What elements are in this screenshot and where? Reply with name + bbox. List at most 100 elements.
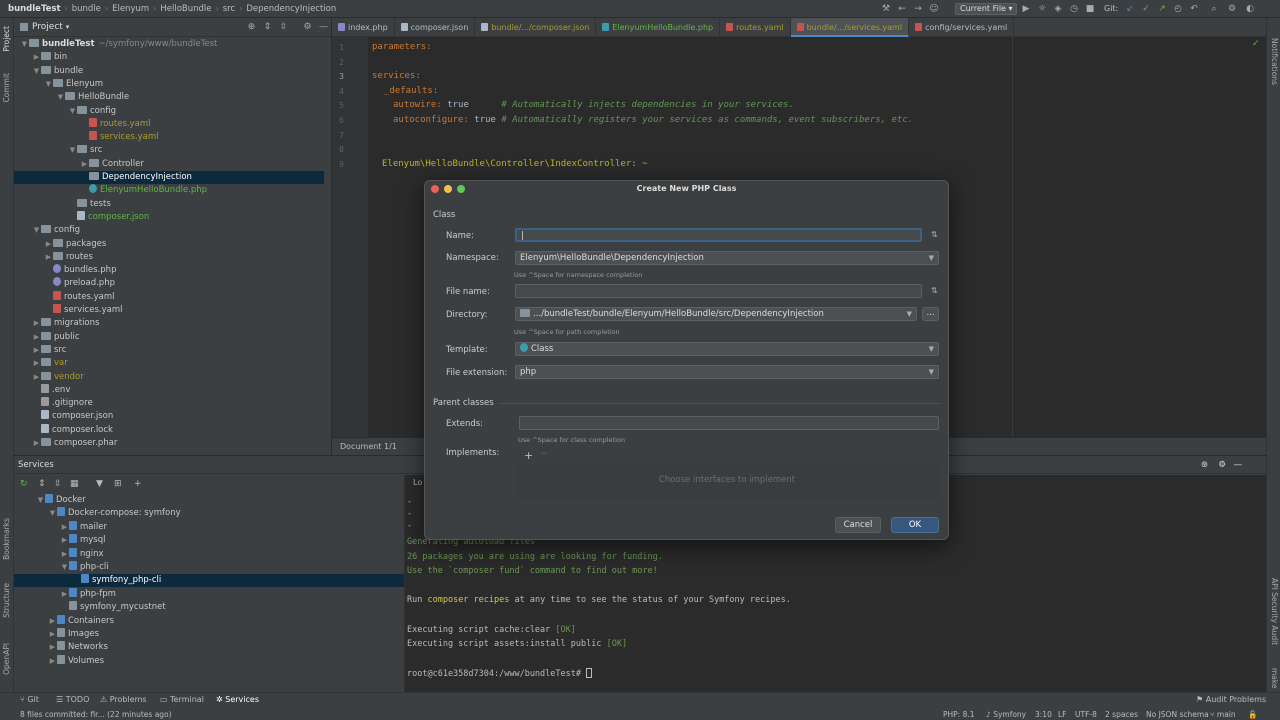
chevron-down-icon[interactable]: ▼ <box>68 105 77 118</box>
service-row[interactable]: ▶ php-fpm <box>14 587 404 601</box>
tab-audit-problems[interactable]: ⚑ Audit Problems <box>1196 695 1266 704</box>
tree-row[interactable]: ▶ Controller <box>14 158 324 171</box>
chevron-right-icon[interactable]: ▶ <box>44 251 53 264</box>
chevron-right-icon[interactable]: ▶ <box>48 615 57 628</box>
file-encoding[interactable]: UTF-8 <box>1075 710 1097 719</box>
tree-row[interactable]: ▶ migrations <box>14 317 324 330</box>
tree-row[interactable]: bundles.php <box>14 264 324 277</box>
tree-row[interactable]: ▶ bin <box>14 51 324 64</box>
tree-row[interactable]: ElenyumHelloBundle.php <box>14 184 324 197</box>
tree-row[interactable]: ▼ src <box>14 144 324 157</box>
interfaces-list[interactable]: Choose interfaces to implement <box>515 465 939 499</box>
editor-tab[interactable]: bundle/.../services.yaml <box>790 18 910 37</box>
minimize-window-button[interactable] <box>444 185 452 193</box>
make-tool-button[interactable]: make <box>1270 668 1279 689</box>
sort-icon[interactable]: ⇅ <box>931 286 938 295</box>
tree-row[interactable]: ▶ public <box>14 331 324 344</box>
structure-tool-button[interactable]: Structure <box>2 583 11 618</box>
git-commit-icon[interactable]: ✓ <box>1140 3 1152 15</box>
editor-tab[interactable]: composer.json <box>395 18 476 37</box>
chevron-right-icon[interactable]: ▶ <box>60 548 69 561</box>
bookmarks-tool-button[interactable]: Bookmarks <box>2 518 11 560</box>
collapse-all-icon[interactable]: ⇳ <box>54 479 62 489</box>
cursor-position[interactable]: 3:10 <box>1035 710 1052 719</box>
locate-icon[interactable]: ⊕ <box>246 22 257 33</box>
chevron-right-icon[interactable]: ▶ <box>80 158 89 171</box>
chevron-right-icon[interactable]: ▶ <box>44 238 53 251</box>
tree-row[interactable]: routes.yaml <box>14 117 324 131</box>
service-row[interactable]: ▶ Containers <box>14 614 404 628</box>
cancel-button[interactable]: Cancel <box>835 517 881 533</box>
search-icon[interactable]: ⌕ <box>1208 3 1220 15</box>
service-row[interactable]: ▼ Docker <box>14 494 404 507</box>
expand-all-icon[interactable]: ⇕ <box>38 479 46 489</box>
git-update-icon[interactable]: ↙ <box>1124 3 1136 15</box>
user-icon[interactable]: ☺ <box>928 3 940 15</box>
collapse-all-icon[interactable]: ⇳ <box>278 22 289 33</box>
target-icon[interactable]: ⊛ <box>1201 456 1208 474</box>
new-tab-icon[interactable]: ⊞ <box>114 479 122 489</box>
tree-row[interactable]: ▶ vendor <box>14 371 324 384</box>
git-history-icon[interactable]: ◴ <box>1172 3 1184 15</box>
chevron-down-icon[interactable]: ▼ <box>68 144 77 157</box>
service-row[interactable]: ▶ Networks <box>14 641 404 654</box>
git-push-icon[interactable]: ↗ <box>1156 3 1168 15</box>
chevron-down-icon[interactable]: ▼ <box>44 78 53 91</box>
chevron-right-icon[interactable]: ▶ <box>32 344 41 357</box>
tab-services[interactable]: ✲ Services <box>216 695 259 704</box>
tree-row[interactable]: composer.lock <box>14 423 324 437</box>
project-panel-title[interactable]: Project <box>32 22 63 32</box>
debug-icon[interactable]: ☼ <box>1036 3 1048 15</box>
tree-row[interactable]: ▼ config <box>14 105 324 118</box>
lock-icon[interactable]: 🔓 <box>1248 710 1257 719</box>
tree-row[interactable]: preload.php <box>14 277 324 290</box>
expand-all-icon[interactable]: ⇕ <box>262 22 273 33</box>
indent-setting[interactable]: 2 spaces <box>1105 710 1138 719</box>
extends-input[interactable] <box>519 416 939 430</box>
sort-icon[interactable]: ⇅ <box>931 230 938 239</box>
tree-row[interactable]: .env <box>14 383 324 397</box>
build-icon[interactable]: ⚒ <box>880 3 892 15</box>
commit-status[interactable]: 8 files committed: fir... (22 minutes ag… <box>20 710 172 719</box>
breadcrumb-item[interactable]: DependencyInjection <box>242 4 340 14</box>
tree-row[interactable]: ▶ src <box>14 344 324 357</box>
chevron-right-icon[interactable]: ▶ <box>48 655 57 668</box>
chevron-down-icon[interactable]: ▼ <box>32 224 41 237</box>
service-row[interactable]: ▶ mailer <box>14 520 404 534</box>
extension-combobox[interactable]: php ▼ <box>515 365 939 379</box>
hide-icon[interactable]: — <box>318 22 329 33</box>
chevron-right-icon[interactable]: ▶ <box>48 628 57 641</box>
chevron-down-icon[interactable]: ▼ <box>56 91 65 104</box>
tree-row[interactable]: ▶ packages <box>14 238 324 251</box>
tree-row[interactable]: ▼ config <box>14 224 324 237</box>
chevron-right-icon[interactable]: ▶ <box>32 357 41 370</box>
chevron-right-icon[interactable]: ▶ <box>32 437 41 450</box>
project-tool-button[interactable]: Project <box>2 26 11 52</box>
tree-row[interactable]: tests <box>14 198 324 211</box>
stop-icon[interactable]: ■ <box>1084 3 1096 15</box>
service-row[interactable]: ▶ mysql <box>14 534 404 547</box>
ok-button[interactable]: OK <box>891 517 939 533</box>
api-audit-tool-button[interactable]: API Security Audit <box>1270 578 1279 645</box>
service-row[interactable]: ▼ php-cli <box>14 561 404 574</box>
editor-tab[interactable]: ElenyumHelloBundle.php <box>596 18 721 37</box>
php-version[interactable]: PHP: 8.1 <box>943 710 975 719</box>
log-tab[interactable]: Lo <box>413 478 422 487</box>
chevron-down-icon[interactable]: ▼ <box>32 65 41 78</box>
gear-icon[interactable]: ⚙ <box>302 22 313 33</box>
zoom-window-button[interactable] <box>457 185 465 193</box>
tree-row[interactable]: services.yaml <box>14 131 324 144</box>
tree-row[interactable]: ▼ HelloBundle <box>14 91 324 104</box>
json-schema[interactable]: No JSON schema <box>1146 710 1209 719</box>
commit-tool-button[interactable]: Commit <box>2 73 11 102</box>
chevron-right-icon[interactable]: ▶ <box>60 534 69 547</box>
tree-row[interactable]: composer.json <box>14 410 324 423</box>
chevron-right-icon[interactable]: ▶ <box>32 371 41 384</box>
service-row[interactable]: ▶ nginx <box>14 547 404 561</box>
run-configuration-dropdown[interactable]: Current File ▾ <box>955 3 1017 15</box>
coverage-icon[interactable]: ◈ <box>1052 3 1064 15</box>
service-row[interactable]: symfony_php-cli <box>14 574 404 588</box>
tree-row[interactable]: ▼ bundleTest ~/symfony/www/bundleTest <box>14 38 324 51</box>
back-icon[interactable]: ← <box>896 3 908 15</box>
service-row[interactable]: symfony_mycustnet <box>14 601 404 614</box>
